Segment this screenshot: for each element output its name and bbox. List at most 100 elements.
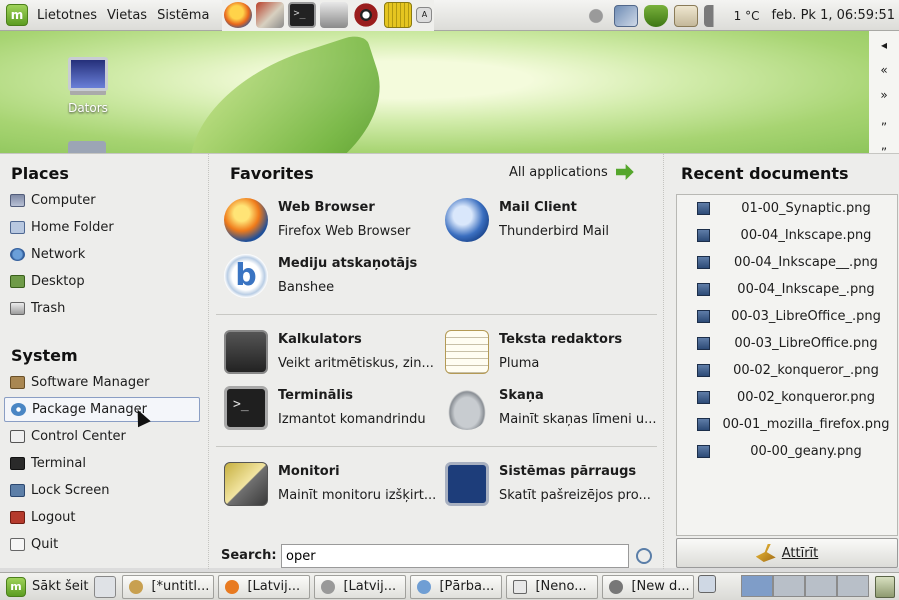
- double-left-icon[interactable]: «: [869, 56, 899, 81]
- app-media-player[interactable]: b Mediju atskaņotājs Banshee: [224, 252, 444, 302]
- task-button[interactable]: [Latvij...: [218, 574, 311, 599]
- menu-applications[interactable]: Lietotnes: [32, 8, 102, 23]
- place-home-folder[interactable]: Home Folder: [4, 215, 200, 240]
- show-desktop-icon[interactable]: [94, 575, 117, 598]
- recent-document-item[interactable]: 00-04_Inkscape.png: [677, 222, 897, 249]
- all-applications-button[interactable]: All applications: [509, 164, 634, 180]
- favorites-divider: [216, 314, 657, 315]
- place-computer[interactable]: Computer: [4, 188, 200, 213]
- network-icon[interactable]: [583, 4, 608, 27]
- firefox-launcher-icon[interactable]: [224, 2, 253, 28]
- arrow-left-icon[interactable]: ◂: [869, 31, 899, 56]
- weather-temperature[interactable]: 1 °C: [734, 9, 760, 23]
- system-terminal[interactable]: Terminal: [4, 451, 200, 476]
- menu-favorites-column: Favorites All applications Web Browser F…: [208, 154, 663, 569]
- app-desc: Mainīt monitoru izšķirt...: [278, 488, 437, 503]
- task-button[interactable]: [Neno...: [506, 574, 599, 599]
- sync-icon[interactable]: [613, 4, 638, 27]
- place-desktop[interactable]: Desktop: [4, 269, 200, 294]
- recent-document-item[interactable]: 00-03_LibreOffice_.png: [677, 303, 897, 330]
- recent-document-name: 01-00_Synaptic.png: [741, 201, 871, 216]
- taskbar: [*untitl... [Latvij... [Latvij... [Pārba…: [122, 574, 726, 599]
- desktop-computer-shortcut[interactable]: Dators: [64, 57, 112, 115]
- arrow-right-icon: [615, 164, 634, 180]
- app-calculator[interactable]: Kalkulators Veikt aritmētiskus, zin...: [224, 328, 444, 378]
- task-label: [*untitl...: [151, 579, 210, 594]
- system-control-center[interactable]: Control Center: [4, 424, 200, 449]
- system-software-manager[interactable]: Software Manager: [4, 370, 200, 395]
- search-input[interactable]: [281, 544, 629, 568]
- workspace-3[interactable]: [805, 575, 837, 597]
- recent-document-item[interactable]: 01-00_Synaptic.png: [677, 195, 897, 222]
- system-quit[interactable]: Quit: [4, 532, 200, 557]
- update-shield-icon[interactable]: [643, 4, 668, 27]
- control-center-icon: [10, 430, 25, 443]
- desktop-icon: [10, 275, 25, 288]
- start-menu-button[interactable]: m Sākt šeit: [0, 573, 94, 600]
- double-right-icon[interactable]: »: [869, 81, 899, 106]
- image-file-icon: [697, 229, 710, 242]
- place-trash[interactable]: Trash: [4, 296, 200, 321]
- place-network[interactable]: Network: [4, 242, 200, 267]
- app-web-browser[interactable]: Web Browser Firefox Web Browser: [224, 196, 444, 246]
- image-file-icon: [697, 202, 710, 215]
- system-lock-screen[interactable]: Lock Screen: [4, 478, 200, 503]
- banshee-icon: b: [224, 254, 268, 298]
- place-label: Trash: [31, 301, 66, 316]
- app-sound[interactable]: Skaņa Mainīt skaņas līmeni u...: [445, 384, 665, 434]
- system-logout[interactable]: Logout: [4, 505, 200, 530]
- clipboard-icon[interactable]: [673, 4, 698, 27]
- trash-icon[interactable]: [875, 576, 895, 598]
- system-package-manager[interactable]: Package Manager: [4, 397, 200, 422]
- folder-icon[interactable]: [68, 141, 106, 153]
- task-label: [Neno...: [535, 579, 587, 594]
- task-button[interactable]: [*untitl...: [122, 574, 215, 599]
- favorites-title: Favorites: [230, 164, 314, 183]
- start-menu: Places Computer Home Folder Network Desk…: [0, 153, 899, 569]
- screenshot-launcher-icon[interactable]: [320, 2, 349, 28]
- terminal-launcher-icon[interactable]: [288, 2, 317, 28]
- tools-launcher-icon[interactable]: [256, 2, 285, 28]
- clock[interactable]: feb. Pk 1, 06:59:51: [771, 8, 895, 23]
- menu-places[interactable]: Vietas: [102, 8, 152, 23]
- app-name: Mail Client: [499, 200, 577, 215]
- recent-document-item[interactable]: 00-00_geany.png: [677, 438, 897, 465]
- recent-document-item[interactable]: 00-02_konqueror_.png: [677, 357, 897, 384]
- side-panel-arrows: ◂ « » „ „: [869, 31, 899, 153]
- recent-document-item[interactable]: 00-03_LibreOffice.png: [677, 330, 897, 357]
- app-desc: Thunderbird Mail: [499, 224, 610, 239]
- search-icon[interactable]: [636, 548, 652, 564]
- workspace-2[interactable]: [773, 575, 805, 597]
- place-label: Home Folder: [31, 220, 114, 235]
- recent-documents-list: 01-00_Synaptic.png 00-04_Inkscape.png 00…: [676, 194, 898, 536]
- recent-document-item[interactable]: 00-01_mozilla_firefox.png: [677, 411, 897, 438]
- recent-document-item[interactable]: 00-02_konqueror.png: [677, 384, 897, 411]
- app-text-editor[interactable]: Teksta redaktors Pluma: [445, 328, 665, 378]
- task-button[interactable]: [Latvij...: [314, 574, 407, 599]
- eye-launcher-icon[interactable]: [352, 2, 381, 28]
- bottom-panel: m Sākt šeit [*untitl... [Latvij... [Latv…: [0, 572, 899, 600]
- app-launcher-icon[interactable]: A: [416, 7, 433, 23]
- screenshot-tray-icon[interactable]: [698, 574, 717, 593]
- volume-icon[interactable]: [703, 4, 728, 27]
- workspace-1[interactable]: [741, 575, 773, 597]
- task-button[interactable]: [Pārba...: [410, 574, 503, 599]
- task-button[interactable]: [New d...: [602, 574, 695, 599]
- app-monitors[interactable]: Monitori Mainīt monitoru izšķirt...: [224, 460, 444, 510]
- app-desc: Izmantot komandrindu: [278, 412, 426, 427]
- recent-document-item[interactable]: 00-04_Inkscape_.png: [677, 276, 897, 303]
- package-icon: [609, 579, 624, 594]
- system-title: System: [11, 346, 78, 365]
- menu-system[interactable]: Sistēma: [152, 8, 214, 23]
- recent-document-item[interactable]: 00-04_Inkscape__.png: [677, 249, 897, 276]
- terminal-icon: [224, 386, 268, 430]
- app-system-monitor[interactable]: Sistēmas pārraugs Skatīt pašreizējos pro…: [445, 460, 665, 510]
- mint-logo-icon[interactable]: m: [6, 4, 28, 26]
- ruler-launcher-icon[interactable]: [384, 2, 413, 28]
- clear-recent-button[interactable]: Attīrīt: [676, 538, 898, 568]
- app-desc: Banshee: [278, 280, 335, 295]
- app-mail-client[interactable]: Mail Client Thunderbird Mail: [445, 196, 665, 246]
- app-terminal[interactable]: Terminālis Izmantot komandrindu: [224, 384, 444, 434]
- workspace-4[interactable]: [837, 575, 869, 597]
- quote-icon: „: [880, 113, 888, 127]
